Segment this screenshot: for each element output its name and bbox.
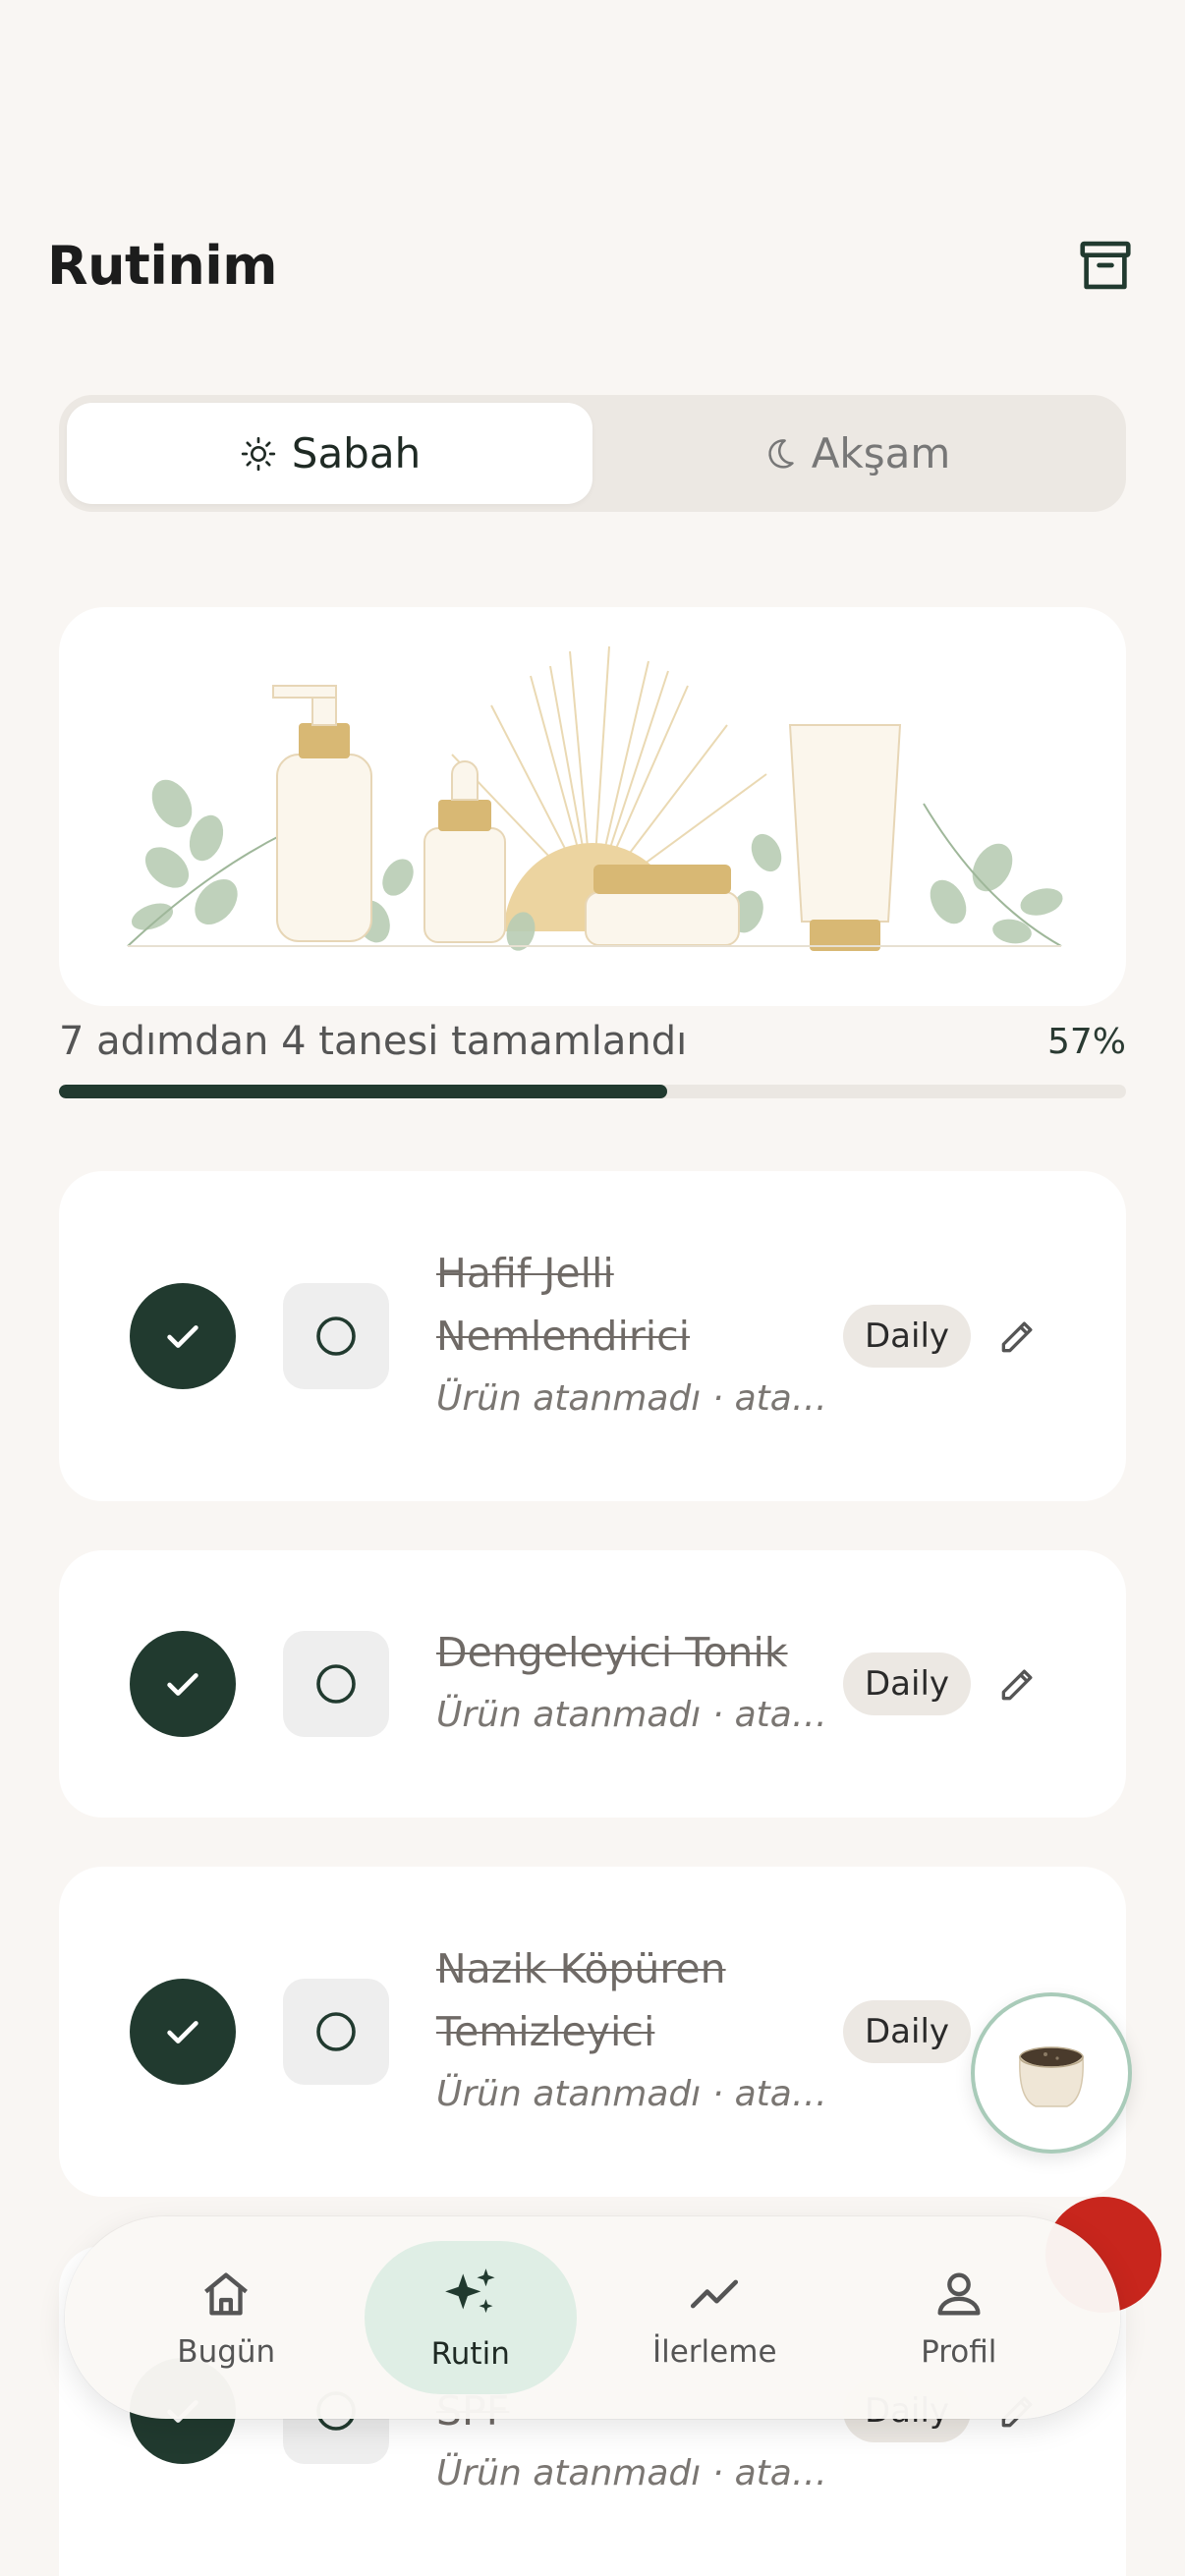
edit-step-button[interactable] — [992, 1658, 1044, 1709]
pencil-icon — [1001, 1669, 1033, 1701]
circle-icon — [316, 1316, 356, 1356]
nav-routine[interactable]: Rutin — [364, 2241, 577, 2394]
product-jar-fab[interactable] — [971, 1992, 1132, 2154]
circle-icon — [316, 2012, 356, 2051]
tab-evening[interactable]: Akşam — [592, 403, 1118, 504]
step-name: Nazik Köpüren Temizleyici — [436, 1945, 726, 2055]
step-text: Nazik Köpüren Temizleyici Ürün atanmadı … — [436, 1937, 839, 2120]
step-meta: Ürün atanmadı · atanmamış ürün — [436, 1695, 839, 1735]
page-title: Rutinim — [47, 234, 278, 297]
skincare-products-illustration — [127, 645, 1063, 951]
progress-summary: 7 adımdan 4 tanesi tamamlandı 57% — [59, 1012, 1126, 1071]
trend-icon — [691, 2279, 739, 2309]
nav-progress[interactable]: İlerleme — [608, 2241, 820, 2394]
person-icon — [937, 2272, 981, 2316]
step-product-toggle[interactable] — [283, 1283, 389, 1389]
check-icon — [167, 1325, 198, 1348]
step-name: Dengeleyici Tonik — [436, 1629, 788, 1676]
routine-illustration — [59, 607, 1126, 1006]
step-meta: Ürün atanmadı · atanmamış ürün — [436, 2074, 839, 2114]
moon-icon — [768, 438, 794, 469]
step-product-toggle[interactable] — [283, 1979, 389, 2085]
step-text: Hafif Jelli Nemlendirici Ürün atanmadı ·… — [436, 1242, 839, 1425]
progress-bar-fill — [59, 1085, 668, 1098]
step-complete-checkbox[interactable] — [130, 1283, 236, 1389]
nav-profile-label: Profil — [921, 2334, 997, 2370]
progress-bar — [59, 1085, 1126, 1098]
step-text: Dengeleyici Tonik Ürün atanmadı · atanma… — [436, 1621, 839, 1741]
tab-morning-label: Sabah — [291, 429, 422, 477]
progress-text: 7 adımdan 4 tanesi tamamlandı — [59, 1019, 688, 1064]
frequency-badge: Daily — [843, 1652, 972, 1715]
tab-evening-label: Akşam — [811, 429, 951, 477]
step-name: Hafif Jelli Nemlendirici — [436, 1250, 691, 1360]
time-of-day-switch: Sabah Akşam — [59, 395, 1126, 512]
check-icon — [167, 1673, 198, 1696]
routine-step-card[interactable]: Dengeleyici Tonik Ürün atanmadı · atanma… — [59, 1550, 1126, 1818]
frequency-badge: Daily — [843, 2000, 972, 2063]
home-icon — [204, 2272, 249, 2316]
routine-step-card[interactable]: Hafif Jelli Nemlendirici Ürün atanmadı ·… — [59, 1171, 1126, 1501]
check-icon — [167, 2021, 198, 2044]
step-complete-checkbox[interactable] — [130, 1979, 236, 2085]
frequency-badge: Daily — [843, 1305, 972, 1368]
nav-profile[interactable]: Profil — [853, 2241, 1065, 2394]
pencil-icon — [1001, 1321, 1033, 1353]
sun-icon — [241, 436, 275, 471]
nav-progress-label: İlerleme — [651, 2334, 777, 2370]
step-product-toggle[interactable] — [283, 1631, 389, 1737]
step-meta: Ürün atanmadı · atanmamış ürün — [436, 2453, 839, 2493]
step-complete-checkbox[interactable] — [130, 1631, 236, 1737]
edit-step-button[interactable] — [992, 1311, 1044, 1362]
cream-jar-icon — [1019, 2046, 1084, 2107]
nav-today[interactable]: Bugün — [120, 2241, 332, 2394]
archive-button[interactable] — [1073, 233, 1138, 298]
bottom-navigation: Bugün Rutin İlerleme Profil — [65, 2216, 1120, 2419]
circle-icon — [316, 1664, 356, 1704]
sparkles-icon — [444, 2268, 495, 2314]
step-meta: Ürün atanmadı · atanmamış ürün — [436, 1378, 839, 1419]
archive-icon — [1080, 241, 1131, 290]
nav-routine-label: Rutin — [430, 2336, 510, 2372]
nav-today-label: Bugün — [177, 2334, 276, 2370]
tab-morning[interactable]: Sabah — [67, 403, 592, 504]
routine-step-card[interactable]: Nazik Köpüren Temizleyici Ürün atanmadı … — [59, 1867, 1126, 2197]
header: Rutinim — [47, 221, 1138, 309]
progress-percent: 57% — [1046, 1021, 1126, 1062]
